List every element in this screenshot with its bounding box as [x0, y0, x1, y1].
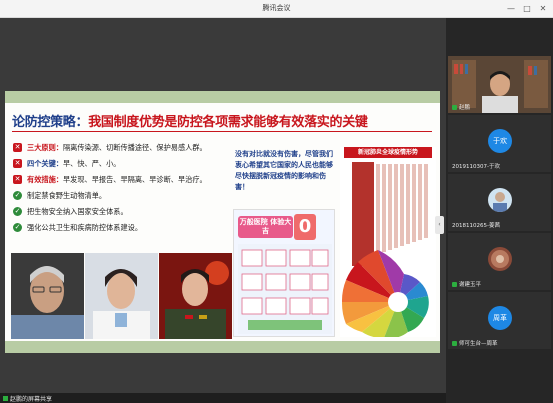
avatar [488, 188, 512, 212]
presentation-slide: 论防控策略：我国制度优势是防控各项需求能够有效落实的关键 ✕ 三大原则：隔离传染… [5, 91, 440, 353]
close-button[interactable]: ✕ [536, 2, 550, 16]
participant-tile[interactable]: 赵鹏 [448, 56, 551, 113]
poster-banner: 万般医院 体验大吉 [238, 216, 293, 238]
bullet-text: 早、快、严、小。 [62, 159, 121, 168]
participant-tile[interactable]: 2018110265-姜茜 [448, 174, 551, 231]
collapse-sidebar-toggle[interactable]: ‹ [435, 216, 444, 234]
bullet-item: ✕ 有效措施：早发现、早报告、早隔离、早诊断、早治疗。 [13, 175, 238, 191]
bullet-item: ✓ 强化公共卫生和疾病防控体系建设。 [13, 223, 238, 239]
bullet-text: 制定禁食野生动物清单。 [27, 191, 107, 200]
mic-icon [3, 396, 8, 401]
bullet-item: ✕ 三大原则：隔离传染源、切断传播途径、保护易感人群。 [13, 143, 238, 159]
mic-icon [452, 282, 457, 287]
check-icon: ✓ [13, 207, 22, 216]
participant-tile[interactable]: 谢建玉平 [448, 233, 551, 290]
participant-name: 2019110307-于欢 [452, 164, 500, 170]
hospital-poster: 万般医院 体验大吉 0 [233, 209, 335, 337]
participant-name: 赵鹏 [452, 103, 470, 111]
title-bar: 腾讯会议 — □ ✕ [0, 0, 553, 18]
avatar: 周革 [488, 306, 512, 330]
photo-expert-1 [11, 253, 84, 339]
cross-icon: ✕ [13, 143, 22, 152]
screen-share-area: 论防控策略：我国制度优势是防控各项需求能够有效落实的关键 ✕ 三大原则：隔离传染… [0, 18, 446, 393]
participant-list: 赵鹏 于欢 2019110307-于欢 2018110265-姜茜 谢建玉平 周… [446, 18, 553, 403]
minimize-button[interactable]: — [504, 2, 518, 16]
participant-tile[interactable]: 于欢 2019110307-于欢 [448, 115, 551, 172]
bullet-label: 有效措施： [27, 175, 63, 184]
poster-illustration [238, 244, 332, 334]
mic-icon [452, 105, 457, 110]
photo-expert-2 [85, 253, 158, 339]
quote-text: 没有对比就没有伤害，尽管我们衷心希望其它国家的人民也能够尽快摆脱新冠疫情的影响和… [235, 150, 333, 191]
participant-name: 谢建玉平 [452, 280, 481, 288]
bullet-item: ✓ 把生物安全纳入国家安全体系。 [13, 207, 238, 223]
bullet-item: ✕ 四个关键：早、快、严、小。 [13, 159, 238, 175]
cross-icon: ✕ [13, 175, 22, 184]
participant-name: 2018110265-姜茜 [452, 223, 500, 229]
bullet-text: 隔离传染源、切断传播途径、保护易感人群。 [62, 143, 207, 152]
window-title: 腾讯会议 [262, 4, 291, 12]
check-icon: ✓ [13, 223, 22, 232]
chart-title: 新冠肺炎全球疫情形势 [344, 147, 432, 158]
mic-icon [452, 341, 457, 346]
bullet-text: 强化公共卫生和疾病防控体系建设。 [27, 223, 143, 232]
share-status: 赵鹏的屏幕共享 [3, 394, 52, 403]
slide-title: 论防控策略：我国制度优势是防控各项需求能够有效落实的关键 [12, 111, 368, 130]
avatar [488, 247, 512, 271]
global-epidemic-chart: 新冠肺炎全球疫情形势 [340, 147, 436, 337]
check-icon: ✓ [13, 191, 22, 200]
participant-name: 师可生台—周革 [452, 339, 498, 347]
bullet-label: 四个关键： [27, 159, 63, 168]
share-status-bar: 赵鹏的屏幕共享 [0, 393, 446, 403]
bullet-list: ✕ 三大原则：隔离传染源、切断传播途径、保护易感人群。 ✕ 四个关键：早、快、严… [13, 143, 238, 239]
slide-title-main: 我国制度优势是防控各项需求能够有效落实的关键 [88, 115, 368, 130]
meeting-window: 腾讯会议 — □ ✕ 论防控策略：我国制度优势是防控各项需求能够有效落实的关键 … [0, 0, 553, 403]
avatar: 于欢 [488, 129, 512, 153]
cross-icon: ✕ [13, 159, 22, 168]
photo-expert-3 [159, 253, 232, 339]
slide-bottom-band [5, 341, 440, 353]
maximize-button[interactable]: □ [520, 2, 534, 16]
slide-title-prefix: 论防控策略： [12, 115, 89, 130]
poster-number: 0 [294, 214, 316, 240]
bullet-label: 三大原则： [27, 143, 63, 152]
slide-top-band [5, 91, 440, 103]
title-divider [12, 131, 432, 132]
bullet-item: ✓ 制定禁食野生动物清单。 [13, 191, 238, 207]
bullet-text: 早发现、早报告、早隔离、早诊断、早治疗。 [62, 175, 207, 184]
bullet-text: 把生物安全纳入国家安全体系。 [27, 207, 128, 216]
participant-tile[interactable]: 周革 师可生台—周革 [448, 292, 551, 349]
